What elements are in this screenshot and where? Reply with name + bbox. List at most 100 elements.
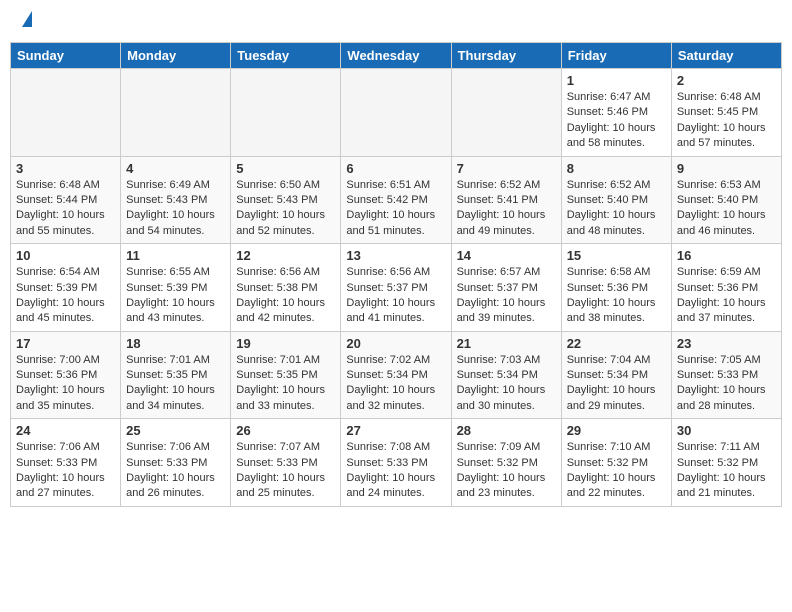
day-number: 12	[236, 248, 335, 263]
calendar-week-row: 1 Sunrise: 6:47 AM Sunset: 5:46 PM Daylig…	[11, 69, 782, 157]
day-number: 17	[16, 336, 115, 351]
calendar-cell: 1 Sunrise: 6:47 AM Sunset: 5:46 PM Daylig…	[561, 69, 671, 157]
calendar-week-row: 24 Sunrise: 7:06 AM Sunset: 5:33 PM Dayli…	[11, 419, 782, 507]
day-info: Sunrise: 7:10 AM Sunset: 5:32 PM Dayligh…	[567, 440, 666, 502]
calendar-cell: 22 Sunrise: 7:04 AM Sunset: 5:34 PM Dayli…	[561, 331, 671, 419]
day-number: 13	[346, 248, 445, 263]
day-info: Sunrise: 6:48 AM Sunset: 5:45 PM Dayligh…	[677, 90, 776, 152]
calendar-cell: 23 Sunrise: 7:05 AM Sunset: 5:33 PM Dayli…	[671, 331, 781, 419]
day-number: 22	[567, 336, 666, 351]
day-number: 6	[346, 161, 445, 176]
day-info: Sunrise: 7:06 AM Sunset: 5:33 PM Dayligh…	[126, 440, 225, 502]
day-info: Sunrise: 6:53 AM Sunset: 5:40 PM Dayligh…	[677, 178, 776, 240]
page-header	[10, 10, 782, 32]
day-number: 18	[126, 336, 225, 351]
calendar-cell: 15 Sunrise: 6:58 AM Sunset: 5:36 PM Dayli…	[561, 244, 671, 332]
calendar-cell	[341, 69, 451, 157]
day-number: 29	[567, 423, 666, 438]
day-number: 25	[126, 423, 225, 438]
day-number: 21	[457, 336, 556, 351]
day-number: 11	[126, 248, 225, 263]
calendar-cell: 18Sunrise: 7:01 AM Sunset: 5:35 PM Dayli…	[121, 331, 231, 419]
calendar-cell: 20Sunrise: 7:02 AM Sunset: 5:34 PM Dayli…	[341, 331, 451, 419]
day-number: 28	[457, 423, 556, 438]
day-number: 14	[457, 248, 556, 263]
day-info: Sunrise: 6:48 AM Sunset: 5:44 PM Dayligh…	[16, 178, 115, 240]
day-number: 10	[16, 248, 115, 263]
calendar-cell: 8Sunrise: 6:52 AM Sunset: 5:40 PM Daylig…	[561, 156, 671, 244]
day-info: Sunrise: 6:56 AM Sunset: 5:37 PM Dayligh…	[346, 265, 445, 327]
calendar-cell	[231, 69, 341, 157]
calendar-cell: 16Sunrise: 6:59 AM Sunset: 5:36 PM Dayli…	[671, 244, 781, 332]
logo	[20, 15, 32, 27]
calendar-cell: 4 Sunrise: 6:49 AM Sunset: 5:43 PM Daylig…	[121, 156, 231, 244]
calendar-cell: 3 Sunrise: 6:48 AM Sunset: 5:44 PM Daylig…	[11, 156, 121, 244]
day-info: Sunrise: 6:51 AM Sunset: 5:42 PM Dayligh…	[346, 178, 445, 240]
day-number: 27	[346, 423, 445, 438]
calendar-day-header: Monday	[121, 43, 231, 69]
calendar-cell: 21 Sunrise: 7:03 AM Sunset: 5:34 PM Dayli…	[451, 331, 561, 419]
calendar-cell: 30 Sunrise: 7:11 AM Sunset: 5:32 PM Dayli…	[671, 419, 781, 507]
day-number: 3	[16, 161, 115, 176]
logo-triangle-icon	[22, 11, 32, 27]
day-number: 1	[567, 73, 666, 88]
day-info: Sunrise: 6:55 AM Sunset: 5:39 PM Dayligh…	[126, 265, 225, 327]
day-info: Sunrise: 7:02 AM Sunset: 5:34 PM Dayligh…	[346, 353, 445, 415]
day-info: Sunrise: 6:58 AM Sunset: 5:36 PM Dayligh…	[567, 265, 666, 327]
day-number: 24	[16, 423, 115, 438]
calendar-day-header: Friday	[561, 43, 671, 69]
calendar-cell: 6 Sunrise: 6:51 AM Sunset: 5:42 PM Daylig…	[341, 156, 451, 244]
day-info: Sunrise: 6:52 AM Sunset: 5:41 PM Dayligh…	[457, 178, 556, 240]
calendar-body: 1 Sunrise: 6:47 AM Sunset: 5:46 PM Daylig…	[11, 69, 782, 507]
calendar-day-header: Tuesday	[231, 43, 341, 69]
calendar-cell	[121, 69, 231, 157]
day-number: 30	[677, 423, 776, 438]
calendar-cell: 29 Sunrise: 7:10 AM Sunset: 5:32 PM Dayli…	[561, 419, 671, 507]
day-info: Sunrise: 7:03 AM Sunset: 5:34 PM Dayligh…	[457, 353, 556, 415]
day-info: Sunrise: 6:56 AM Sunset: 5:38 PM Dayligh…	[236, 265, 335, 327]
day-info: Sunrise: 6:57 AM Sunset: 5:37 PM Dayligh…	[457, 265, 556, 327]
calendar-cell: 19 Sunrise: 7:01 AM Sunset: 5:35 PM Dayli…	[231, 331, 341, 419]
day-info: Sunrise: 7:00 AM Sunset: 5:36 PM Dayligh…	[16, 353, 115, 415]
calendar-week-row: 3 Sunrise: 6:48 AM Sunset: 5:44 PM Daylig…	[11, 156, 782, 244]
day-info: Sunrise: 7:01 AM Sunset: 5:35 PM Dayligh…	[236, 353, 335, 415]
day-info: Sunrise: 7:09 AM Sunset: 5:32 PM Dayligh…	[457, 440, 556, 502]
calendar-cell: 7 Sunrise: 6:52 AM Sunset: 5:41 PM Daylig…	[451, 156, 561, 244]
calendar-cell: 26 Sunrise: 7:07 AM Sunset: 5:33 PM Dayli…	[231, 419, 341, 507]
calendar-cell: 9 Sunrise: 6:53 AM Sunset: 5:40 PM Daylig…	[671, 156, 781, 244]
calendar-cell: 24Sunrise: 7:06 AM Sunset: 5:33 PM Dayli…	[11, 419, 121, 507]
day-number: 4	[126, 161, 225, 176]
calendar-cell: 2 Sunrise: 6:48 AM Sunset: 5:45 PM Daylig…	[671, 69, 781, 157]
day-number: 5	[236, 161, 335, 176]
day-info: Sunrise: 7:04 AM Sunset: 5:34 PM Dayligh…	[567, 353, 666, 415]
calendar-day-header: Wednesday	[341, 43, 451, 69]
day-info: Sunrise: 6:54 AM Sunset: 5:39 PM Dayligh…	[16, 265, 115, 327]
calendar-cell: 10 Sunrise: 6:54 AM Sunset: 5:39 PM Dayli…	[11, 244, 121, 332]
day-info: Sunrise: 7:07 AM Sunset: 5:33 PM Dayligh…	[236, 440, 335, 502]
calendar-cell: 12 Sunrise: 6:56 AM Sunset: 5:38 PM Dayli…	[231, 244, 341, 332]
calendar-cell: 17 Sunrise: 7:00 AM Sunset: 5:36 PM Dayli…	[11, 331, 121, 419]
calendar-day-header: Thursday	[451, 43, 561, 69]
day-info: Sunrise: 6:49 AM Sunset: 5:43 PM Dayligh…	[126, 178, 225, 240]
calendar-day-header: Sunday	[11, 43, 121, 69]
calendar-cell	[451, 69, 561, 157]
day-number: 16	[677, 248, 776, 263]
day-number: 9	[677, 161, 776, 176]
day-number: 15	[567, 248, 666, 263]
calendar-week-row: 17 Sunrise: 7:00 AM Sunset: 5:36 PM Dayli…	[11, 331, 782, 419]
day-number: 8	[567, 161, 666, 176]
calendar-header-row: SundayMondayTuesdayWednesdayThursdayFrid…	[11, 43, 782, 69]
day-info: Sunrise: 7:11 AM Sunset: 5:32 PM Dayligh…	[677, 440, 776, 502]
day-info: Sunrise: 6:47 AM Sunset: 5:46 PM Dayligh…	[567, 90, 666, 152]
day-info: Sunrise: 7:05 AM Sunset: 5:33 PM Dayligh…	[677, 353, 776, 415]
day-info: Sunrise: 7:08 AM Sunset: 5:33 PM Dayligh…	[346, 440, 445, 502]
calendar-cell: 11 Sunrise: 6:55 AM Sunset: 5:39 PM Dayli…	[121, 244, 231, 332]
calendar-cell: 13 Sunrise: 6:56 AM Sunset: 5:37 PM Dayli…	[341, 244, 451, 332]
day-number: 23	[677, 336, 776, 351]
day-number: 26	[236, 423, 335, 438]
day-info: Sunrise: 6:50 AM Sunset: 5:43 PM Dayligh…	[236, 178, 335, 240]
calendar-table: SundayMondayTuesdayWednesdayThursdayFrid…	[10, 42, 782, 507]
day-number: 7	[457, 161, 556, 176]
day-number: 19	[236, 336, 335, 351]
day-number: 2	[677, 73, 776, 88]
